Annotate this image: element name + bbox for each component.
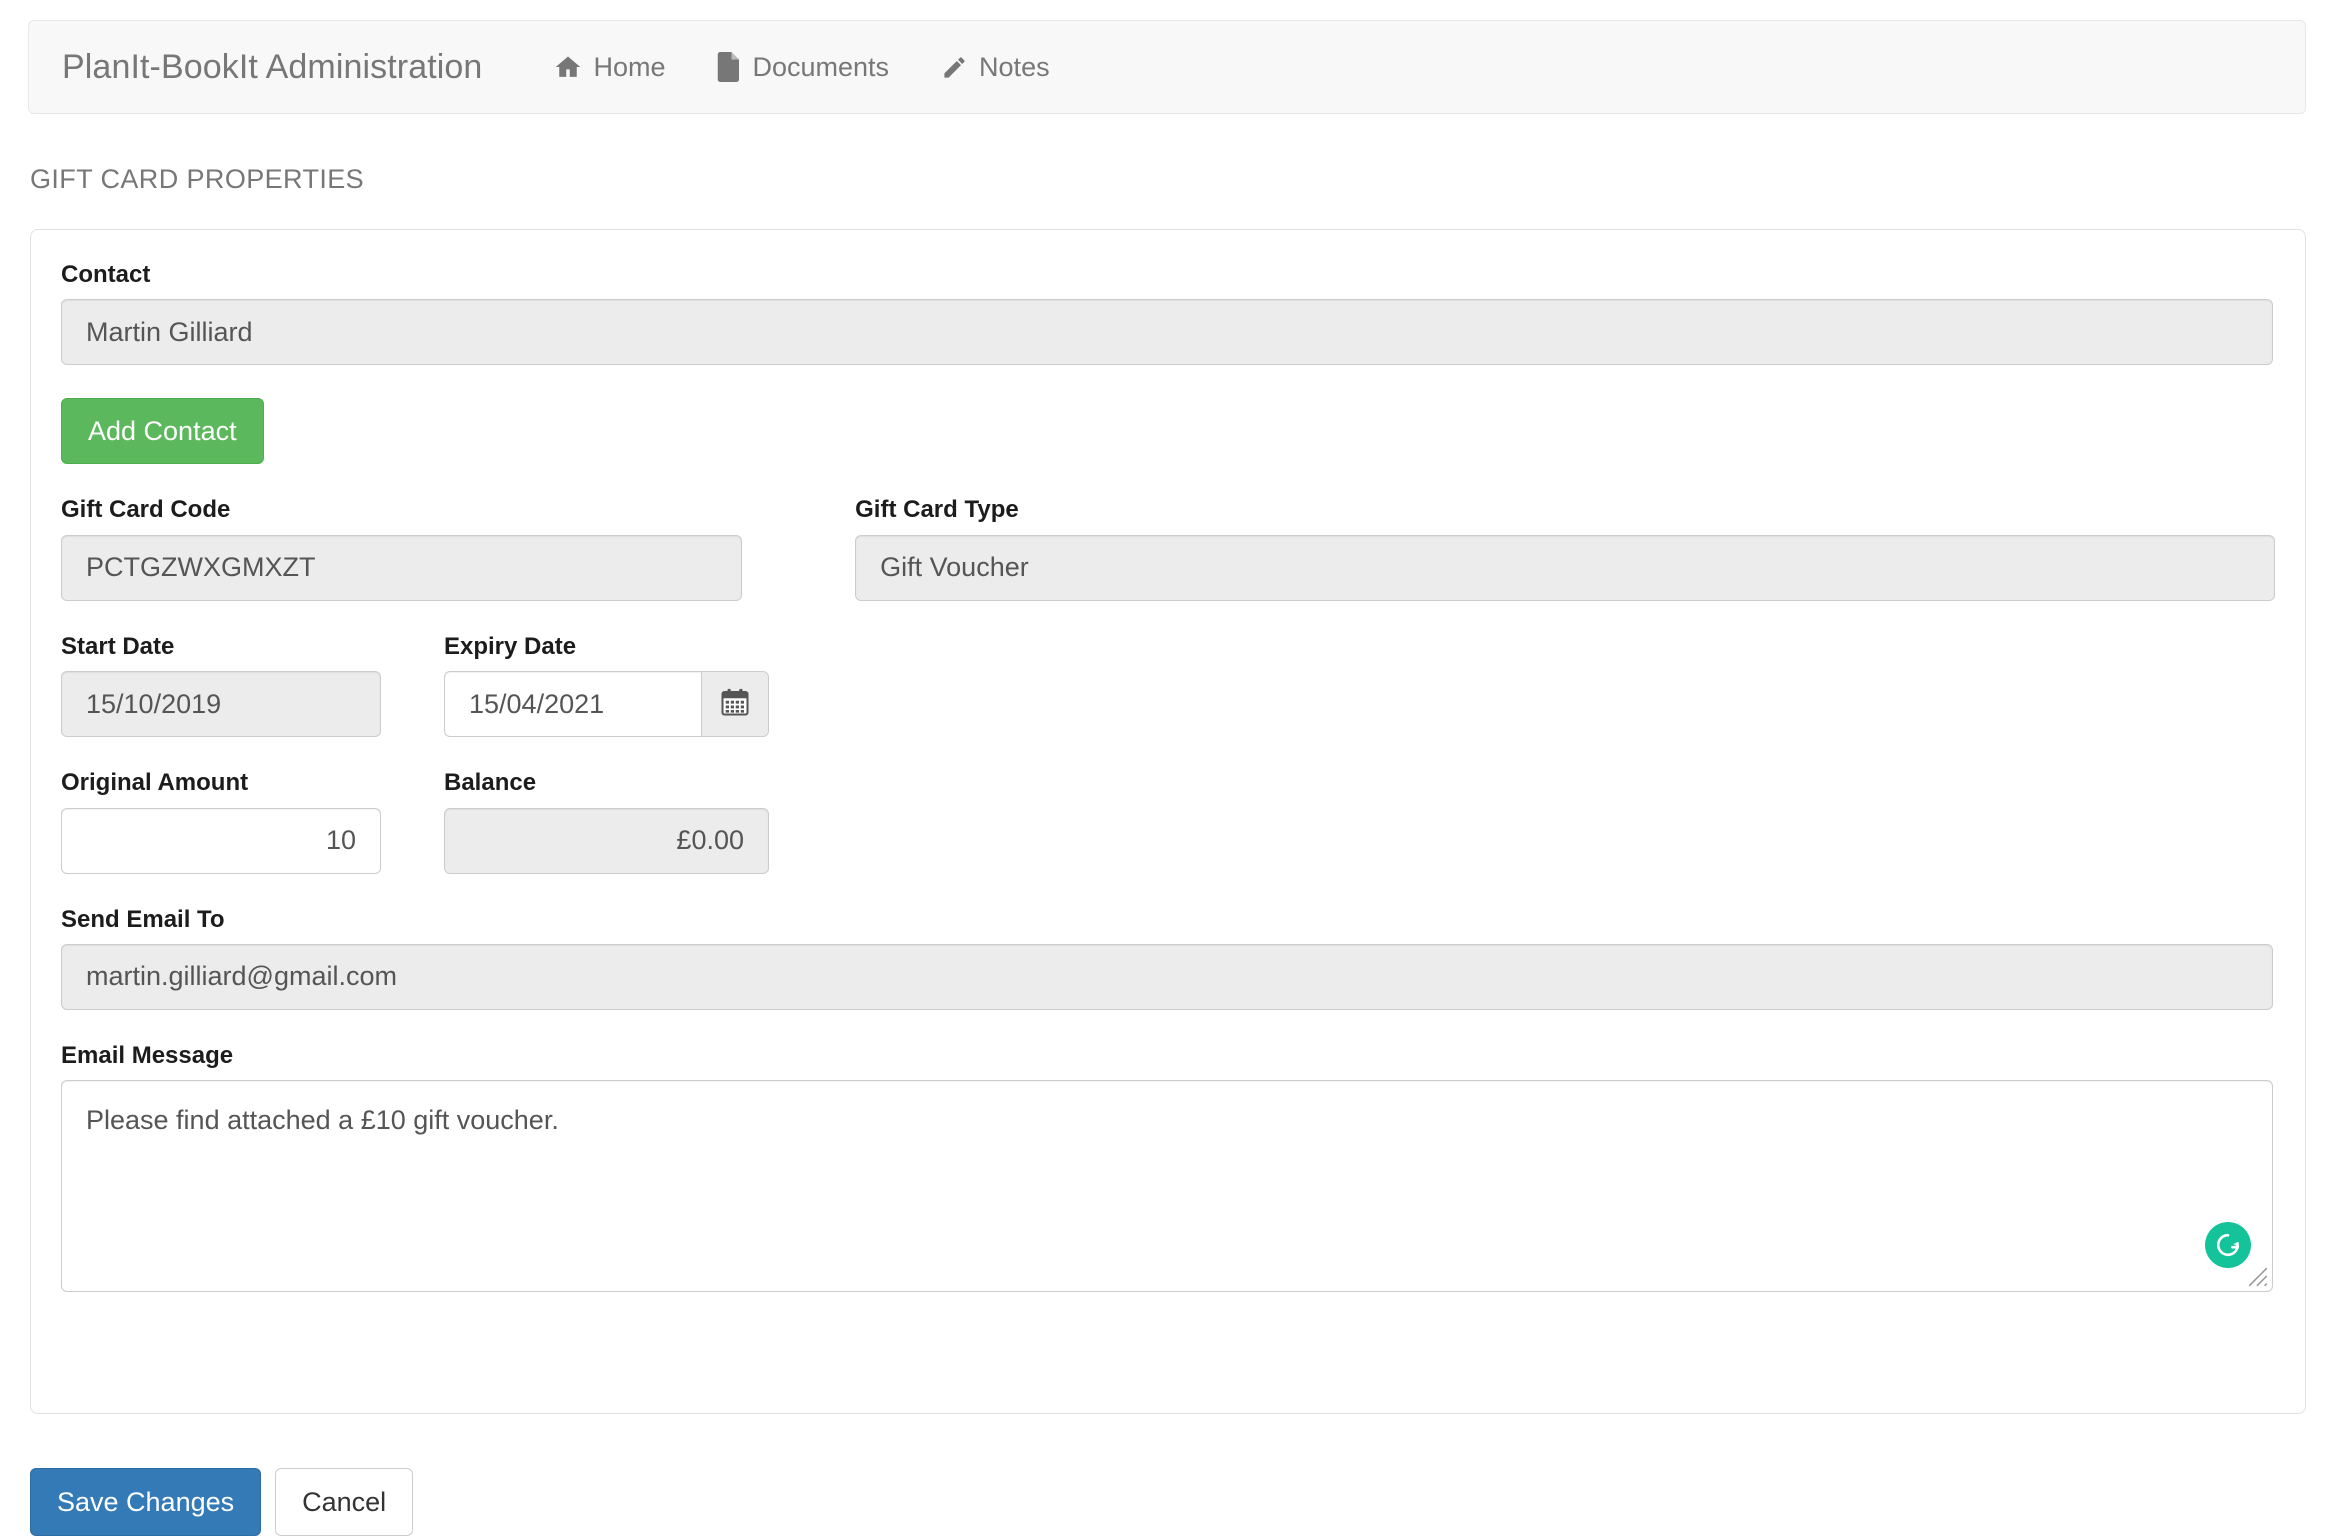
form-actions: Save Changes Cancel: [30, 1468, 414, 1536]
start-date-label: Start Date: [61, 632, 175, 660]
gift-card-code-label: Gift Card Code: [61, 496, 231, 524]
add-contact-button[interactable]: Add Contact: [61, 398, 264, 465]
gift-card-type-label: Gift Card Type: [855, 496, 1019, 524]
expiry-date-input[interactable]: 15/04/2021: [444, 671, 701, 738]
add-contact-group: Add Contact: [61, 398, 2275, 465]
nav-item-notes-label: Notes: [979, 51, 1050, 82]
send-email-to-input[interactable]: martin.gilliard@gmail.com: [61, 943, 2273, 1010]
expiry-date-group: Expiry Date 15/04/2021: [444, 632, 769, 738]
balance-group: Balance £0.00: [444, 769, 769, 874]
expiry-date-label: Expiry Date: [444, 632, 577, 660]
gift-card-type-input[interactable]: Gift Voucher: [855, 534, 2275, 601]
email-message-label: Email Message: [61, 1041, 234, 1069]
calendar-icon: [720, 687, 750, 722]
gift-card-identity-row: Gift Card Code PCTGZWXGMXZT Gift Card Ty…: [61, 496, 2275, 601]
email-message-wrapper: [61, 1080, 2273, 1293]
cancel-button[interactable]: Cancel: [275, 1468, 414, 1536]
contact-input[interactable]: Martin Gilliard: [61, 299, 2273, 366]
original-amount-group: Original Amount 10: [61, 769, 381, 874]
nav-item-home[interactable]: Home: [528, 52, 691, 83]
expiry-date-picker-button[interactable]: [701, 671, 769, 738]
app-page: PlanIt-BookIt Administration Home Docume…: [0, 0, 2334, 1540]
save-changes-button[interactable]: Save Changes: [30, 1468, 262, 1536]
original-amount-label: Original Amount: [61, 769, 249, 797]
app-brand-title: PlanIt-BookIt Administration: [62, 47, 483, 86]
nav-item-notes[interactable]: Notes: [915, 52, 1076, 83]
start-date-input[interactable]: 15/10/2019: [61, 671, 381, 738]
email-message-group: Email Message: [61, 1041, 2275, 1293]
amounts-row: Original Amount 10 Balance £0.00: [61, 769, 2275, 874]
page-title: GIFT CARD PROPERTIES: [30, 164, 365, 194]
balance-label: Balance: [444, 769, 537, 797]
gift-card-code-group: Gift Card Code PCTGZWXGMXZT: [61, 496, 743, 601]
gift-card-type-group: Gift Card Type Gift Voucher: [855, 496, 2275, 601]
gift-card-code-input[interactable]: PCTGZWXGMXZT: [61, 534, 743, 601]
expiry-date-input-group: 15/04/2021: [444, 671, 769, 738]
email-message-textarea[interactable]: [61, 1080, 2273, 1293]
send-email-to-group: Send Email To martin.gilliard@gmail.com: [61, 905, 2275, 1010]
nav-item-documents-label: Documents: [752, 51, 890, 82]
top-navbar: PlanIt-BookIt Administration Home Docume…: [28, 20, 2306, 114]
contact-group: Contact Martin Gilliard: [61, 261, 2275, 366]
contact-label: Contact: [61, 261, 151, 288]
send-email-to-label: Send Email To: [61, 905, 225, 933]
dates-row: Start Date 15/10/2019 Expiry Date 15/04/…: [61, 632, 2275, 738]
navbar-links: Home Documents Notes: [528, 52, 1075, 83]
start-date-group: Start Date 15/10/2019: [61, 632, 381, 738]
nav-item-home-label: Home: [593, 51, 666, 82]
nav-item-documents[interactable]: Documents: [691, 52, 915, 83]
document-icon: [717, 52, 741, 82]
balance-input[interactable]: £0.00: [444, 807, 769, 874]
gift-card-properties-panel: Contact Martin Gilliard Add Contact Gift…: [30, 229, 2306, 1414]
panel-body: Contact Martin Gilliard Add Contact Gift…: [31, 230, 2305, 1355]
home-icon: [554, 53, 582, 81]
original-amount-input[interactable]: 10: [61, 807, 381, 874]
pencil-icon: [941, 54, 968, 81]
